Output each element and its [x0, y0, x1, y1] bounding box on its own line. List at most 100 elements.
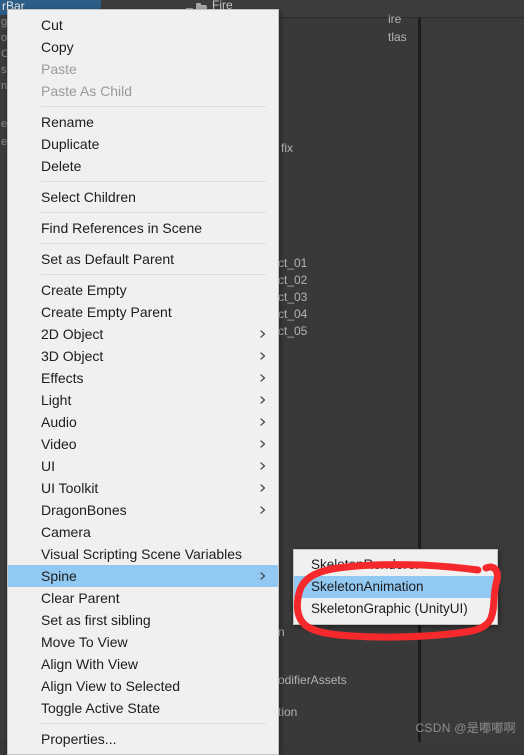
menu-separator: [41, 212, 266, 213]
chevron-right-icon: [259, 484, 267, 492]
menu-item-video[interactable]: Video: [8, 433, 278, 455]
chevron-right-icon: [259, 352, 267, 360]
menu-item-rename[interactable]: Rename: [8, 111, 278, 133]
menu-item-ui-toolkit[interactable]: UI Toolkit: [8, 477, 278, 499]
chevron-right-icon: [259, 462, 267, 470]
submenu-item-skeletonrenderer[interactable]: SkeletonRenderer: [294, 554, 497, 576]
menu-item-spine[interactable]: Spine: [8, 565, 278, 587]
asset-label: ire: [388, 12, 402, 26]
menu-item-label: Visual Scripting Scene Variables: [41, 546, 243, 562]
menu-item-find-references-in-scene[interactable]: Find References in Scene: [8, 217, 278, 239]
menu-item-label: Camera: [41, 524, 91, 540]
menu-item-label: Video: [41, 436, 77, 452]
menu-item-label: Delete: [41, 158, 82, 174]
chevron-right-icon: [259, 572, 267, 580]
menu-item-light[interactable]: Light: [8, 389, 278, 411]
chevron-right-icon: [259, 396, 267, 404]
menu-item-label: Select Children: [41, 189, 136, 205]
menu-item-label: Paste As Child: [41, 83, 133, 99]
menu-separator: [41, 106, 266, 107]
menu-item-label: Effects: [41, 370, 84, 386]
menu-item-toggle-active-state[interactable]: Toggle Active State: [8, 697, 278, 719]
submenu-item-skeletongraphic-unityui[interactable]: SkeletonGraphic (UnityUI): [294, 598, 497, 620]
spine-submenu[interactable]: SkeletonRenderer SkeletonAnimation Skeleto…: [293, 549, 498, 625]
asset-label: ct_01: [278, 256, 308, 270]
submenu-item-label: SkeletonRenderer: [311, 557, 420, 572]
menu-item-label: Move To View: [41, 634, 128, 650]
menu-item-set-as-first-sibling[interactable]: Set as first sibling: [8, 609, 278, 631]
menu-item-label: Properties...: [41, 731, 117, 747]
menu-item-align-view-to-selected[interactable]: Align View to Selected: [8, 675, 278, 697]
menu-item-select-children[interactable]: Select Children: [8, 186, 278, 208]
menu-item-label: Align View to Selected: [41, 678, 181, 694]
panel-divider[interactable]: [418, 0, 421, 742]
menu-item-clear-parent[interactable]: Clear Parent: [8, 587, 278, 609]
menu-item-visual-scripting-scene-variables[interactable]: Visual Scripting Scene Variables: [8, 543, 278, 565]
menu-item-label: Copy: [41, 39, 74, 55]
menu-item-label: Clear Parent: [41, 590, 120, 606]
menu-item-paste-as-child: Paste As Child: [8, 80, 278, 102]
submenu-item-label: SkeletonAnimation: [311, 579, 424, 594]
menu-item-create-empty[interactable]: Create Empty: [8, 279, 278, 301]
menu-item-audio[interactable]: Audio: [8, 411, 278, 433]
menu-item-move-to-view[interactable]: Move To View: [8, 631, 278, 653]
menu-item-ui[interactable]: UI: [8, 455, 278, 477]
menu-item-cut[interactable]: Cut: [8, 14, 278, 36]
menu-item-label: UI Toolkit: [41, 480, 99, 496]
menu-item-label: Set as Default Parent: [41, 251, 175, 267]
menu-item-dragonbones[interactable]: DragonBones: [8, 499, 278, 521]
chevron-right-icon: [259, 440, 267, 448]
menu-item-label: Find References in Scene: [41, 220, 203, 236]
asset-label: ct_02: [278, 273, 308, 287]
inspector-panel: [421, 0, 524, 742]
menu-item-label: 2D Object: [41, 326, 104, 342]
chevron-right-icon: [259, 330, 267, 338]
asset-label: tlas: [388, 30, 407, 44]
asset-label: tion: [278, 705, 298, 719]
menu-separator: [41, 181, 266, 182]
menu-item-align-with-view[interactable]: Align With View: [8, 653, 278, 675]
menu-separator: [41, 274, 266, 275]
menu-separator: [41, 723, 266, 724]
menu-item-label: Align With View: [41, 656, 139, 672]
asset-label: ct_03: [278, 290, 308, 304]
menu-item-label: Paste: [41, 61, 77, 77]
menu-item-effects[interactable]: Effects: [8, 367, 278, 389]
menu-item-label: Set as first sibling: [41, 612, 151, 628]
asset-label: n: [278, 625, 285, 639]
menu-item-3d-object[interactable]: 3D Object: [8, 345, 278, 367]
menu-item-properties[interactable]: Properties...: [8, 728, 278, 750]
menu-item-label: 3D Object: [41, 348, 104, 364]
hierarchy-context-menu[interactable]: Cut Copy Paste Paste As Child Rename Duplicat…: [7, 9, 279, 755]
menu-item-label: Light: [41, 392, 72, 408]
menu-item-label: Spine: [41, 568, 77, 584]
menu-item-label: Create Empty: [41, 282, 127, 298]
asset-label: fix: [281, 141, 293, 155]
chevron-right-icon: [259, 418, 267, 426]
chevron-right-icon: [259, 506, 267, 514]
menu-item-duplicate[interactable]: Duplicate: [8, 133, 278, 155]
menu-item-set-as-default-parent[interactable]: Set as Default Parent: [8, 248, 278, 270]
asset-label: ct_05: [278, 324, 308, 338]
menu-item-camera[interactable]: Camera: [8, 521, 278, 543]
menu-item-label: UI: [41, 458, 55, 474]
submenu-item-label: SkeletonGraphic (UnityUI): [311, 601, 468, 616]
menu-item-label: DragonBones: [41, 502, 127, 518]
menu-item-copy[interactable]: Copy: [8, 36, 278, 58]
menu-item-delete[interactable]: Delete: [8, 155, 278, 177]
menu-item-label: Rename: [41, 114, 94, 130]
menu-item-label: Create Empty Parent: [41, 304, 172, 320]
menu-item-label: Cut: [41, 17, 63, 33]
menu-item-label: Audio: [41, 414, 77, 430]
chevron-right-icon: [259, 374, 267, 382]
asset-label: odifierAssets: [278, 673, 347, 687]
menu-item-create-empty-parent[interactable]: Create Empty Parent: [8, 301, 278, 323]
menu-item-2d-object[interactable]: 2D Object: [8, 323, 278, 345]
submenu-item-skeletonanimation[interactable]: SkeletonAnimation: [294, 576, 497, 598]
menu-separator: [41, 243, 266, 244]
asset-label: ct_04: [278, 307, 308, 321]
csdn-watermark: CSDN @是嘟嘟啊: [415, 721, 516, 735]
menu-item-label: Toggle Active State: [41, 700, 161, 716]
menu-item-label: Duplicate: [41, 136, 100, 152]
menu-item-paste: Paste: [8, 58, 278, 80]
